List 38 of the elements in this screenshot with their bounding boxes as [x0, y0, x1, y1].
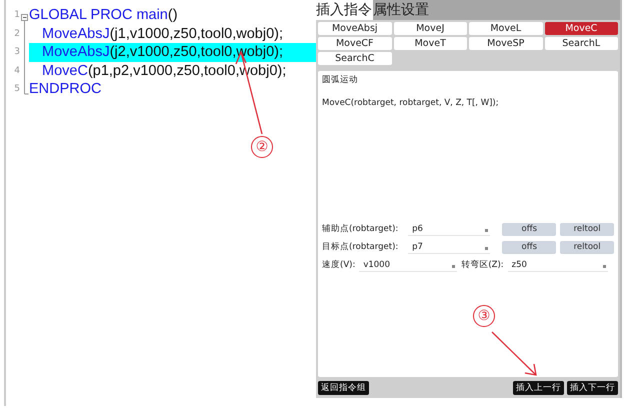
param-label: 目标点(robtarget):	[322, 241, 400, 253]
line-number: 4	[13, 64, 20, 78]
param-label: 辅助点(robtarget):	[322, 223, 400, 235]
instruction-button[interactable]: MoveJ	[394, 22, 467, 35]
instruction-syntax: MoveC(robtarget, robtarget, V, Z, T[, W]);	[322, 98, 500, 108]
panel-subtitle: 属性设置	[373, 1, 429, 19]
callout-arrow	[492, 332, 537, 376]
instruction-button[interactable]: MoveSP	[469, 37, 542, 50]
param-dropdown[interactable]: v1000	[359, 258, 458, 272]
line-number: 2	[13, 28, 20, 40]
callout-number: ②	[251, 136, 273, 158]
param-label: 速度(V):	[322, 259, 356, 271]
param-dropdown[interactable]: p7	[408, 240, 490, 254]
param-button[interactable]: reltool	[560, 222, 614, 236]
line-number: 5	[13, 83, 20, 96]
panel-title: 插入指令	[316, 0, 373, 20]
insert-button[interactable]: 插入上一行	[513, 381, 564, 395]
insert-button[interactable]: 插入下一行	[567, 381, 618, 395]
instruction-button[interactable]: MoveC	[544, 22, 618, 35]
code-line[interactable]: ENDPROC	[29, 80, 316, 98]
instruction-button[interactable]: MoveT	[394, 37, 467, 50]
param-label: 转弯区(Z):	[461, 259, 504, 271]
code-line[interactable]: GLOBAL PROC main()	[29, 6, 316, 24]
param-button[interactable]: offs	[502, 240, 556, 254]
instruction-button[interactable]: MoveAbsj	[318, 22, 392, 35]
line-number: 1	[13, 9, 20, 22]
back-button[interactable]: 返回指令组	[318, 381, 369, 395]
instruction-description: 圆弧运动	[322, 74, 359, 86]
instruction-button[interactable]: SearchL	[544, 37, 618, 50]
instruction-button[interactable]: SearchC	[318, 52, 392, 65]
param-button[interactable]: reltool	[560, 240, 614, 254]
param-dropdown[interactable]: z50	[508, 258, 608, 272]
code-line[interactable]: MoveAbsJ(j1,v1000,z50,tool0,wobj0);	[29, 24, 316, 43]
instruction-button[interactable]: MoveL	[469, 22, 542, 35]
line-number: 3	[13, 46, 20, 59]
instruction-button[interactable]: MoveCF	[318, 37, 392, 50]
param-button[interactable]: offs	[502, 222, 556, 236]
param-dropdown[interactable]: p6	[408, 222, 490, 236]
